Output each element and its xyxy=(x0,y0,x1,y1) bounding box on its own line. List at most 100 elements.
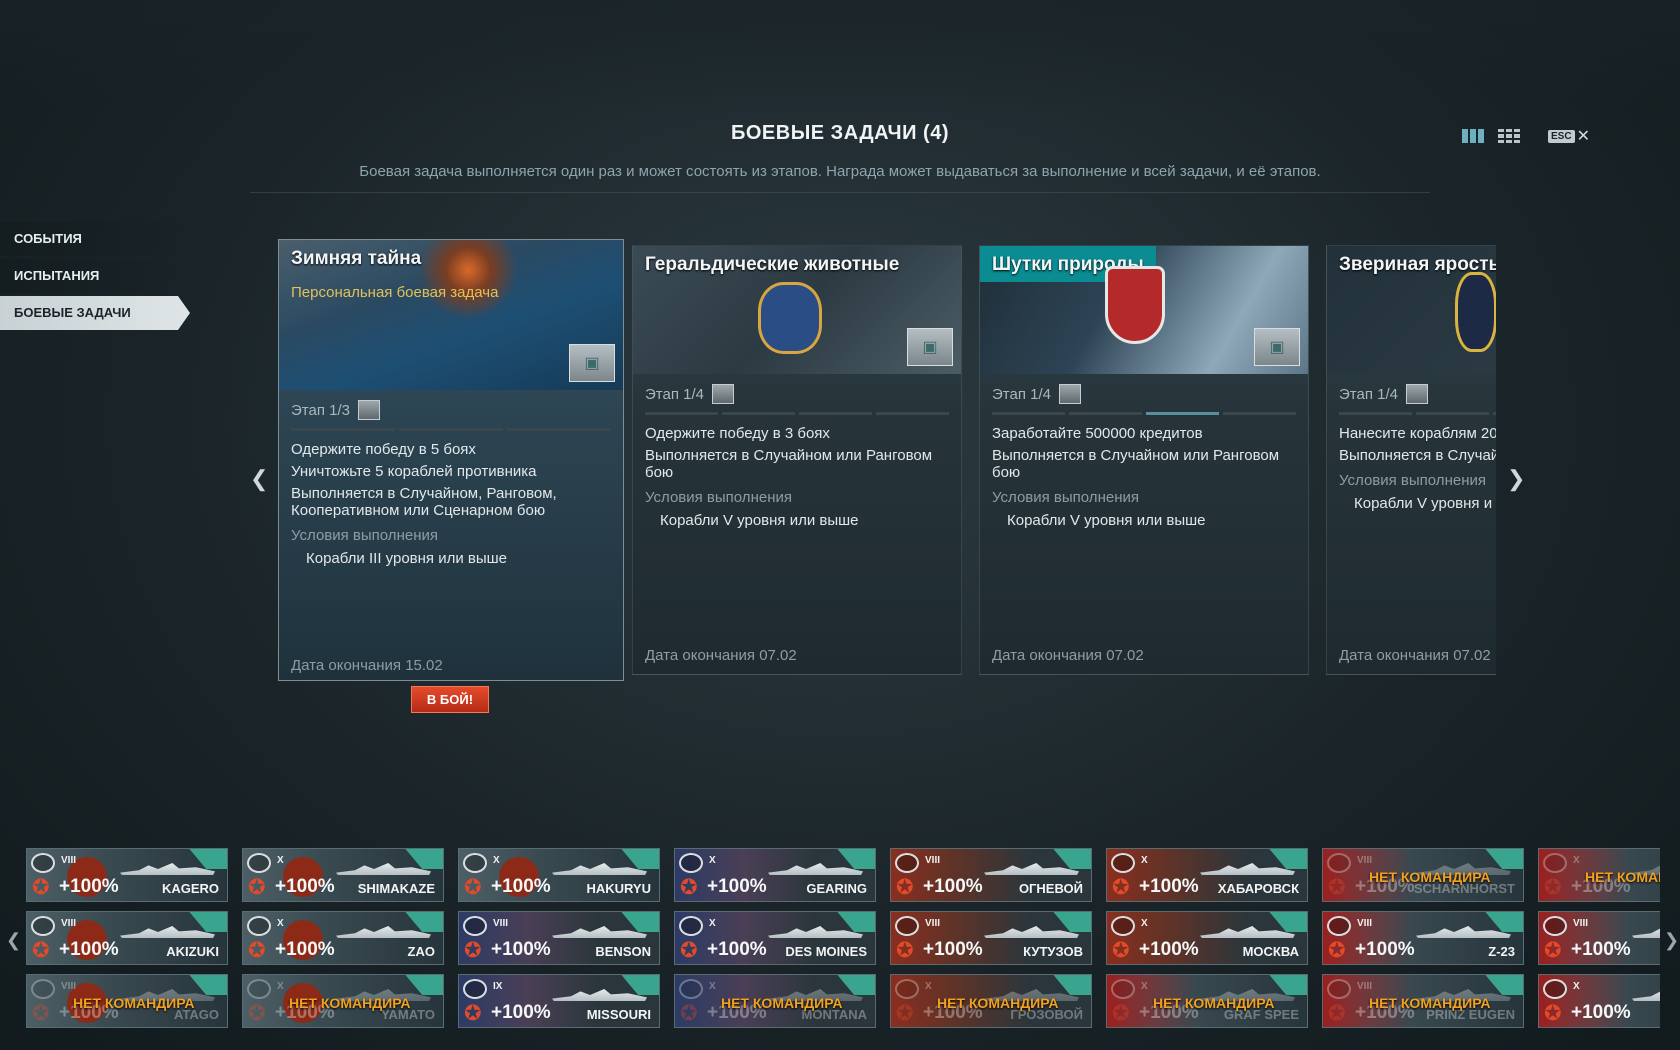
condition-item: Корабли V уровня или выше xyxy=(660,512,859,529)
sidebar-item-challenges[interactable]: ИСПЫТАНИЯ xyxy=(0,259,190,293)
page-description: Боевая задача выполняется один раз и мож… xyxy=(250,163,1430,193)
ship-card[interactable]: X✪+100%НЕТ КОМАНДИРА xyxy=(1538,848,1660,902)
ship-card[interactable]: X ✪ +100% MONTANA НЕТ КОМАНДИРА xyxy=(674,974,876,1028)
star-icon: ✪ xyxy=(32,939,50,962)
ship-card[interactable]: X ✪ +100% ГРОЗОВОЙ НЕТ КОМАНДИРА xyxy=(890,974,1092,1028)
mission-details: Этап 1/4 Заработайте 500000 кредитов Вып… xyxy=(980,374,1308,674)
no-commander-label: НЕТ КОМАНДИРА xyxy=(721,995,843,1011)
ship-card[interactable]: IX ✪ +100% MISSOURI xyxy=(458,974,660,1028)
battle-button[interactable]: В БОЙ! xyxy=(411,686,489,713)
star-icon: ✪ xyxy=(1328,939,1346,962)
ship-silhouette-icon xyxy=(336,926,431,938)
sidebar-item-combat-missions[interactable]: БОЕВЫЕ ЗАДАЧИ xyxy=(0,296,190,330)
small-grid-view-icon[interactable] xyxy=(1498,129,1520,143)
ship-carousel: VIII ✪ +100% KAGERO X ✪ +100% SHIMAKAZE X ✪ +100% H… xyxy=(26,848,1660,1040)
ship-class-icon xyxy=(1111,979,1135,999)
ship-card[interactable]: VIII ✪ +100% xyxy=(1538,911,1660,965)
ship-card[interactable]: VIII ✪ +100% Z-23 xyxy=(1322,911,1524,965)
flag-ribbon xyxy=(1051,975,1091,995)
ship-card[interactable]: VIII ✪ +100% ОГНЕВОЙ xyxy=(890,848,1092,902)
ship-card[interactable]: X ✪ +100% xyxy=(1538,974,1660,1028)
mission-card-winter-mystery[interactable]: Зимняя тайна Персональная боевая задача … xyxy=(278,239,624,681)
ship-card[interactable]: VIII ✪ +100% KAGERO xyxy=(26,848,228,902)
task-line: Выполняется в Случайном или Ранговом бою xyxy=(645,447,933,481)
large-grid-view-icon[interactable] xyxy=(1462,129,1484,143)
ship-card[interactable]: X ✪ +100% GRAF SPEE НЕТ КОМАНДИРА xyxy=(1106,974,1308,1028)
progress-segment xyxy=(1069,412,1142,415)
ship-card[interactable]: X ✪ +100% SHIMAKAZE xyxy=(242,848,444,902)
ship-card[interactable]: X ✪ +100% GEARING xyxy=(674,848,876,902)
ship-name: HAKURYU xyxy=(586,881,651,896)
ship-tier: IX xyxy=(493,981,503,992)
xp-bonus: +100% xyxy=(1571,1002,1631,1023)
ship-card[interactable]: VIII ✪ +100% PRINZ EUGEN НЕТ КОМАНДИРА xyxy=(1322,974,1524,1028)
star-icon: ✪ xyxy=(1544,939,1562,962)
sidebar-menu: СОБЫТИЯ ИСПЫТАНИЯ БОЕВЫЕ ЗАДАЧИ xyxy=(0,222,190,333)
ship-card[interactable]: X ✪ +100% YAMATO НЕТ КОМАНДИРА xyxy=(242,974,444,1028)
ship-silhouette-icon xyxy=(1632,926,1660,938)
flag-ribbon xyxy=(1267,912,1307,932)
ships-prev-icon[interactable]: ❮ xyxy=(6,930,21,951)
ship-class-icon xyxy=(247,916,271,936)
ship-silhouette-icon xyxy=(1632,989,1660,1001)
stage-label: Этап 1/3 xyxy=(291,401,350,419)
close-icon: ✕ xyxy=(1576,128,1590,145)
mission-details: Этап 1/4 Одержите победу в 3 боях Выполн… xyxy=(633,374,961,674)
ship-card[interactable]: VIII ✪ +100% AKIZUKI xyxy=(26,911,228,965)
mission-stage: Этап 1/4 xyxy=(1339,384,1496,404)
mission-card-beast-fury[interactable]: Звериная ярость Этап 1/4 Нанесите корабл… xyxy=(1326,245,1496,675)
ship-card[interactable]: X ✪ +100% DES MOINES xyxy=(674,911,876,965)
star-icon: ✪ xyxy=(464,939,482,962)
ship-card[interactable]: VIII ✪ +100% ATAGO НЕТ КОМАНДИРА xyxy=(26,974,228,1028)
task-line: Одержите победу в 3 боях xyxy=(645,425,830,442)
stage-label: Этап 1/4 xyxy=(1339,385,1398,403)
ship-tier: VIII xyxy=(1573,918,1589,929)
ship-class-icon xyxy=(31,979,55,999)
progress-segment xyxy=(1493,412,1496,415)
anchor-emblem-icon xyxy=(1455,272,1496,352)
ship-class-icon xyxy=(895,979,919,999)
flag-ribbon xyxy=(187,849,227,869)
ship-card[interactable]: X ✪ +100% МОСКВА xyxy=(1106,911,1308,965)
ship-card[interactable]: VIII ✪ +100% SCHARNHORST НЕТ КОМАНДИРА xyxy=(1322,848,1524,902)
ship-silhouette-icon xyxy=(336,863,431,875)
ship-class-icon xyxy=(679,979,703,999)
ship-tier: X xyxy=(1141,855,1148,866)
ship-card[interactable]: VIII ✪ +100% КУТУЗОВ xyxy=(890,911,1092,965)
flag-ribbon xyxy=(187,912,227,932)
xp-bonus: +100% xyxy=(707,876,767,897)
close-button[interactable]: ESC ✕ xyxy=(1548,126,1590,146)
ship-tier: X xyxy=(277,918,284,929)
mission-stage: Этап 1/4 xyxy=(992,384,1296,404)
carousel-next-icon[interactable]: ❯ xyxy=(1507,466,1525,492)
top-bar-background xyxy=(0,0,1680,110)
ship-class-icon xyxy=(1543,979,1567,999)
mission-card-heraldic-animals[interactable]: Геральдические животные ▣ Этап 1/4 Одерж… xyxy=(632,245,962,675)
xp-bonus: +100% xyxy=(491,939,551,960)
stage-crate-icon xyxy=(1058,384,1081,404)
sidebar-item-events[interactable]: СОБЫТИЯ xyxy=(0,222,190,256)
ship-card[interactable]: X ✪ +100% ХАБАРОВСК xyxy=(1106,848,1308,902)
flag-ribbon xyxy=(835,975,875,995)
star-icon: ✪ xyxy=(896,876,914,899)
progress-segment xyxy=(1416,412,1489,415)
ship-tier: VIII xyxy=(61,855,77,866)
task-line: Нанесите кораблям 20( главным калибром xyxy=(1339,425,1496,442)
flag-ribbon xyxy=(835,849,875,869)
ship-tier: X xyxy=(277,855,284,866)
stage-crate-icon xyxy=(357,400,380,420)
ship-card[interactable]: X ✪ +100% ZAO xyxy=(242,911,444,965)
ship-class-icon xyxy=(1327,853,1351,873)
mission-card-nature-jokes[interactable]: Шутки природы ▣ Этап 1/4 Заработайте 500… xyxy=(979,245,1309,675)
ship-tier: VIII xyxy=(61,918,77,929)
ship-card[interactable]: X ✪ +100% HAKURYU xyxy=(458,848,660,902)
ship-card[interactable]: VIII ✪ +100% BENSON xyxy=(458,911,660,965)
flag-ribbon xyxy=(1051,912,1091,932)
ship-silhouette-icon xyxy=(768,863,863,875)
progress-segment xyxy=(722,412,795,415)
ships-next-icon[interactable]: ❯ xyxy=(1664,930,1679,951)
progress-segment xyxy=(1339,412,1412,415)
ship-tier: X xyxy=(1141,981,1148,992)
page-title: БОЕВЫЕ ЗАДАЧИ (4) xyxy=(730,122,949,144)
carousel-prev-icon[interactable]: ❮ xyxy=(250,466,268,492)
